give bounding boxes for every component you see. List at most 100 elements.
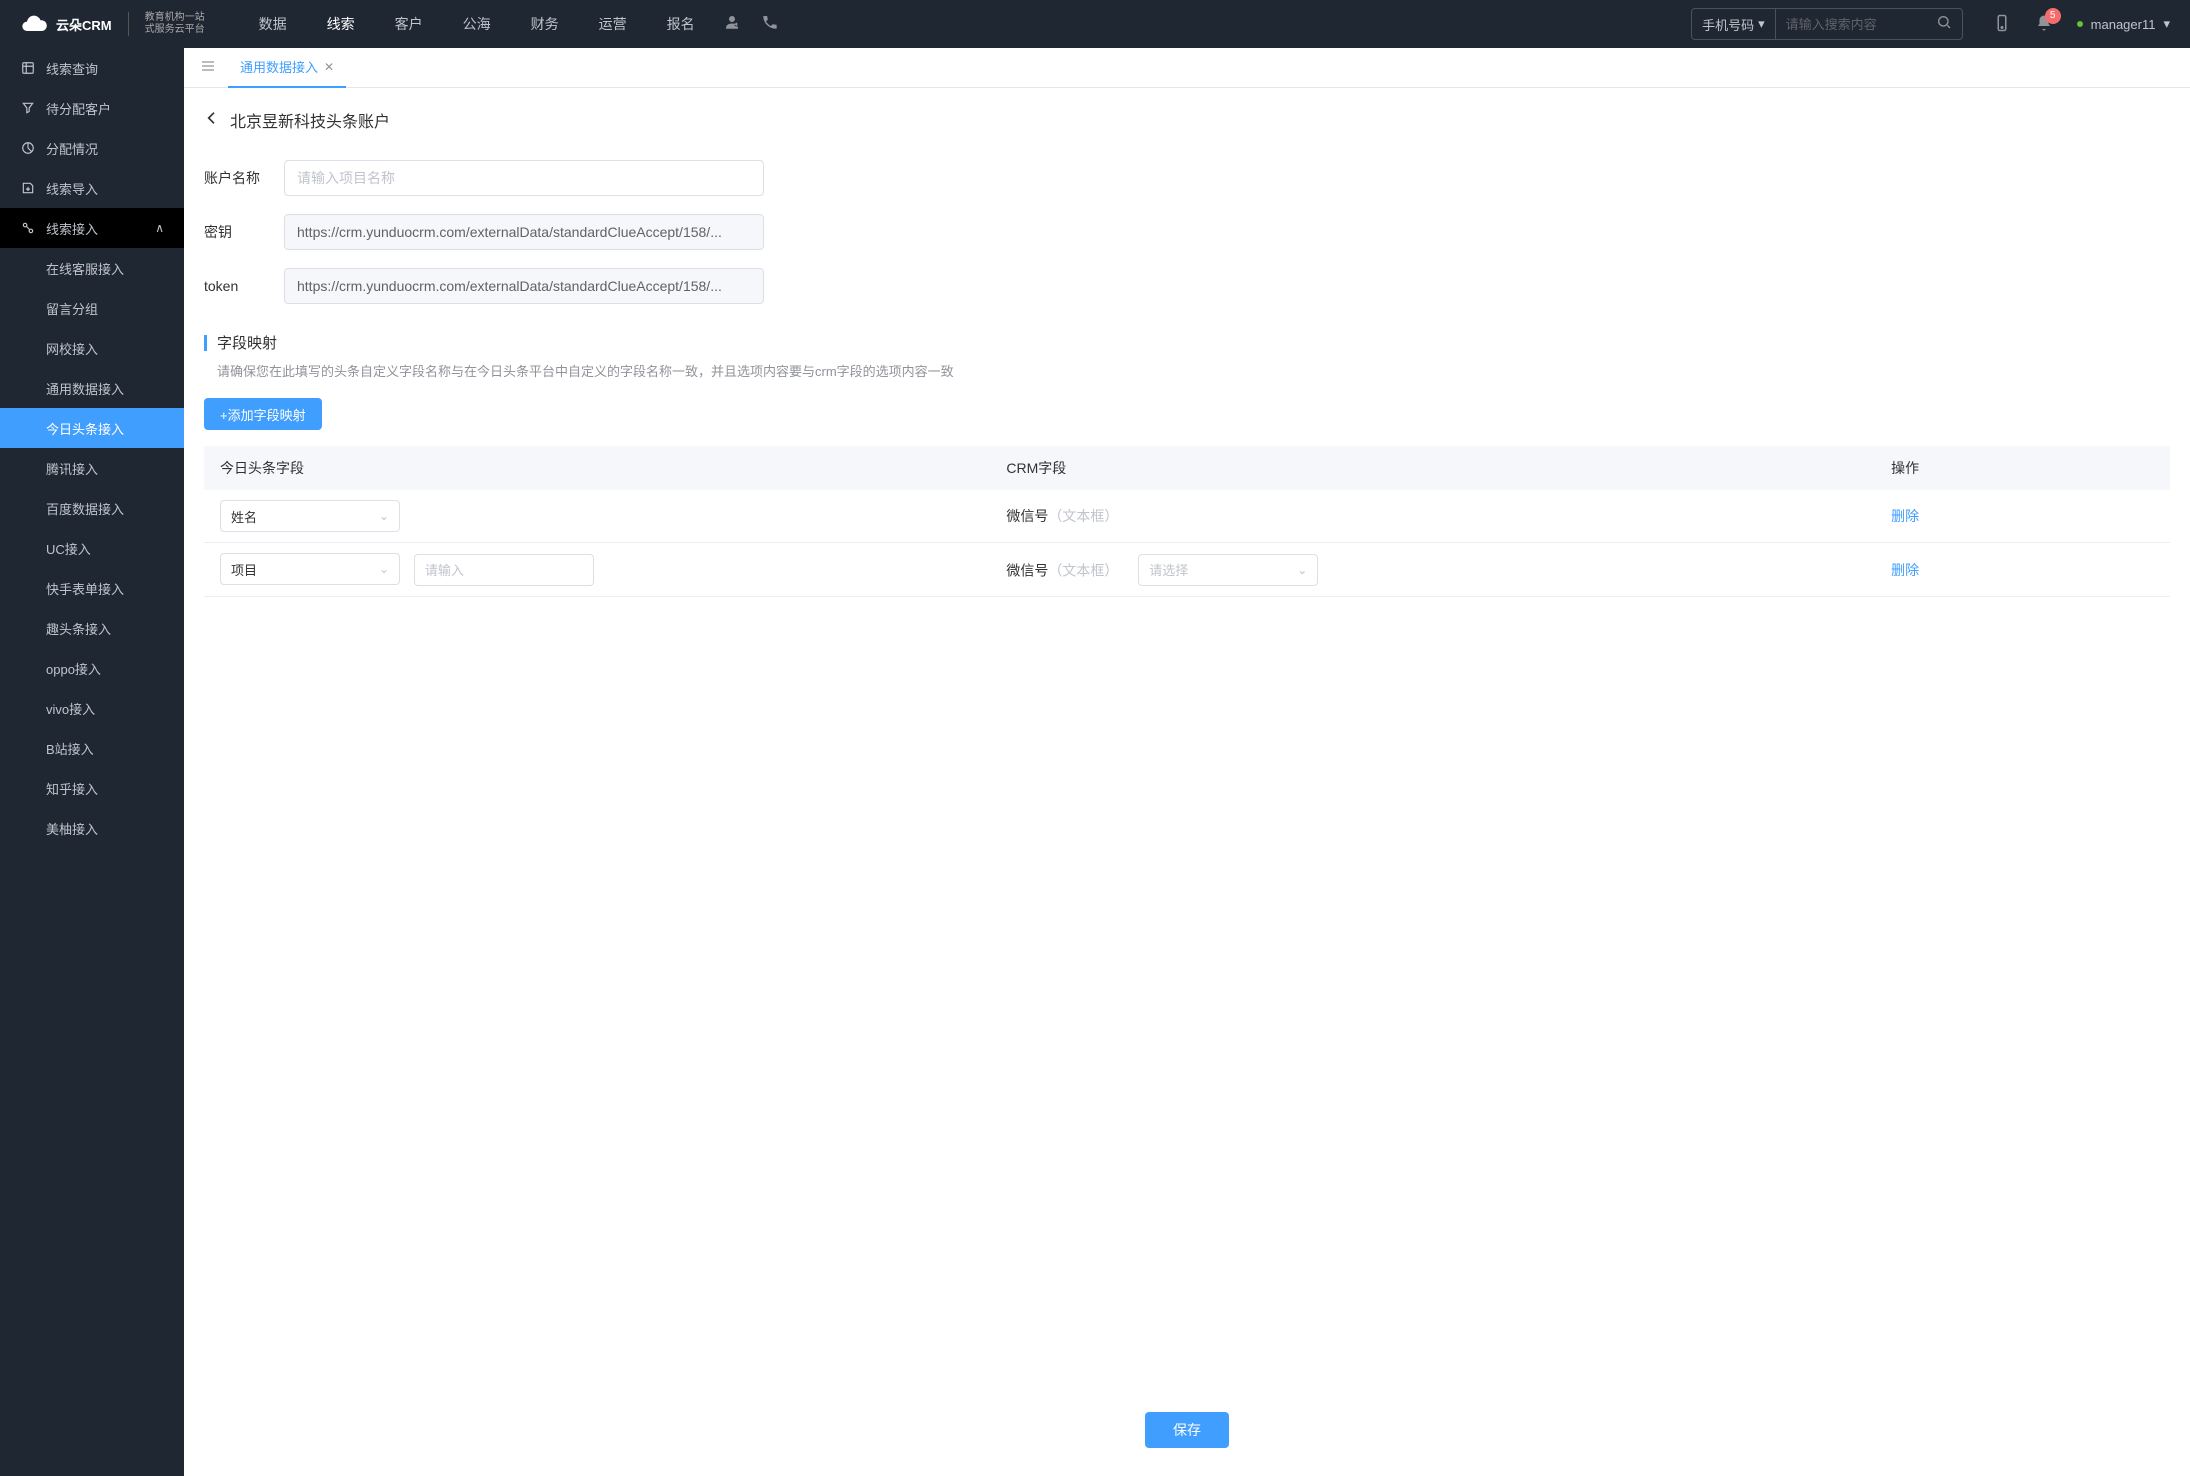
sidebar-sub-generic[interactable]: 通用数据接入 [0, 368, 184, 408]
mobile-icon [1993, 14, 2011, 32]
sidebar: 线索查询 待分配客户 分配情况 线索导入 线索接入 ∧ 在线客服接入 留言分组 … [0, 48, 184, 1476]
sidebar-sub-meiyou[interactable]: 美柚接入 [0, 808, 184, 848]
notification-badge: 5 [2045, 8, 2061, 24]
chevron-down-icon: ⌄ [1297, 563, 1307, 577]
sidebar-item-import[interactable]: 线索导入 [0, 168, 184, 208]
logo-subtitle: 教育机构一站 式服务云平台 [145, 12, 205, 36]
back-button[interactable] [204, 110, 220, 131]
source-field-select[interactable]: 姓名 ⌄ [220, 500, 400, 532]
add-mapping-button[interactable]: +添加字段映射 [204, 398, 322, 430]
col-source: 今日头条字段 [204, 446, 990, 490]
sidebar-sub-baidu[interactable]: 百度数据接入 [0, 488, 184, 528]
list-icon [20, 60, 36, 76]
chevron-down-icon: ▾ [1758, 16, 1765, 32]
sidebar-sub-message[interactable]: 留言分组 [0, 288, 184, 328]
sidebar-sub-bilibili[interactable]: B站接入 [0, 728, 184, 768]
crm-field-hint: （文本框） [1048, 508, 1118, 524]
secret-input[interactable] [284, 214, 764, 250]
phone-icon[interactable] [761, 13, 779, 36]
nav-item-finance[interactable]: 财务 [527, 14, 563, 34]
chevron-down-icon: ⌄ [379, 509, 389, 523]
source-field-select[interactable]: 项目 ⌄ [220, 553, 400, 585]
nav-item-customers[interactable]: 客户 [391, 14, 427, 34]
sidebar-sub-toutiao[interactable]: 今日头条接入 [0, 408, 184, 448]
nav-item-signup[interactable]: 报名 [663, 14, 699, 34]
nav-item-data[interactable]: 数据 [255, 14, 291, 34]
crm-field-text: 微信号 [1006, 508, 1048, 524]
sidebar-item-pending[interactable]: 待分配客户 [0, 88, 184, 128]
pie-icon [20, 140, 36, 156]
sidebar-sub-oppo[interactable]: oppo接入 [0, 648, 184, 688]
footer: 保存 [204, 1396, 2170, 1456]
col-crm: CRM字段 [990, 446, 1875, 490]
mapping-section-desc: 请确保您在此填写的头条自定义字段名称与在今日头条平台中自定义的字段名称一致，并且… [204, 361, 2170, 380]
sidebar-item-access[interactable]: 线索接入 ∧ [0, 208, 184, 248]
page-title: 北京昱新科技头条账户 [230, 108, 390, 132]
username: manager11 [2091, 17, 2156, 32]
mapping-table: 今日头条字段 CRM字段 操作 姓名 ⌄ [204, 446, 2170, 597]
nav-item-leads[interactable]: 线索 [323, 14, 359, 34]
mobile-icon-button[interactable] [1993, 14, 2011, 35]
token-label: token [204, 278, 284, 294]
table-row: 姓名 ⌄ 微信号（文本框） 删除 [204, 490, 2170, 543]
sidebar-sub-zhihu[interactable]: 知乎接入 [0, 768, 184, 808]
account-name-input[interactable] [284, 160, 764, 196]
delete-row-button[interactable]: 删除 [1891, 508, 1919, 524]
main-area: 通用数据接入 ✕ 北京昱新科技头条账户 账户名称 密钥 token [184, 48, 2190, 1476]
sidebar-sub-tencent[interactable]: 腾讯接入 [0, 448, 184, 488]
nav-item-public[interactable]: 公海 [459, 14, 495, 34]
account-name-label: 账户名称 [204, 168, 284, 188]
logo-text: 云朵CRM [56, 15, 112, 34]
chevron-up-icon: ∧ [155, 221, 164, 235]
secret-label: 密钥 [204, 222, 284, 242]
crm-field-text: 微信号 [1006, 562, 1048, 578]
sidebar-sub-school[interactable]: 网校接入 [0, 328, 184, 368]
sidebar-sub-kuaishou[interactable]: 快手表单接入 [0, 568, 184, 608]
content: 北京昱新科技头条账户 账户名称 密钥 token 字段映射 请确保您在此填写的头… [184, 88, 2190, 1476]
nav-icon-group [723, 13, 779, 36]
logo[interactable]: 云朵CRM 教育机构一站 式服务云平台 [20, 10, 205, 38]
sidebar-sub-uc[interactable]: UC接入 [0, 528, 184, 568]
search-group: 手机号码 ▾ [1691, 8, 1963, 40]
close-icon[interactable]: ✕ [324, 60, 334, 74]
source-field-input[interactable] [414, 554, 594, 586]
crm-field-select[interactable]: 请选择 ⌄ [1138, 554, 1318, 586]
sidebar-sub-qutoutiao[interactable]: 趣头条接入 [0, 608, 184, 648]
search-type-select[interactable]: 手机号码 ▾ [1692, 9, 1776, 39]
delete-row-button[interactable]: 删除 [1891, 562, 1919, 578]
page-header: 北京昱新科技头条账户 [204, 108, 2170, 132]
cloud-logo-icon [20, 10, 48, 38]
status-dot [2077, 21, 2083, 27]
sidebar-item-lead-query[interactable]: 线索查询 [0, 48, 184, 88]
chevron-down-icon: ▾ [2163, 16, 2170, 32]
filter-icon [20, 100, 36, 116]
chevron-left-icon [204, 110, 220, 126]
search-input[interactable] [1776, 17, 1926, 32]
save-button[interactable]: 保存 [1145, 1412, 1229, 1448]
table-row: 项目 ⌄ 微信号（文本框） 请选择 ⌄ 删除 [204, 543, 2170, 597]
user-menu[interactable]: manager11 ▾ [2077, 16, 2170, 32]
nav-item-ops[interactable]: 运营 [595, 14, 631, 34]
notification-button[interactable]: 5 [2035, 14, 2053, 35]
menu-icon [200, 58, 216, 74]
section-bar [204, 335, 207, 351]
mapping-section-title: 字段映射 [217, 332, 277, 353]
crm-field-hint: （文本框） [1048, 562, 1118, 578]
sidebar-item-distribution[interactable]: 分配情况 [0, 128, 184, 168]
tab-generic-access[interactable]: 通用数据接入 ✕ [228, 48, 346, 88]
chevron-down-icon: ⌄ [379, 562, 389, 576]
top-nav: 数据 线索 客户 公海 财务 运营 报名 [255, 14, 699, 34]
top-header: 云朵CRM 教育机构一站 式服务云平台 数据 线索 客户 公海 财务 运营 报名… [0, 0, 2190, 48]
search-icon [1936, 14, 1952, 30]
tabs-bar: 通用数据接入 ✕ [184, 48, 2190, 88]
header-right: 5 manager11 ▾ [1993, 14, 2170, 35]
search-button[interactable] [1926, 14, 1962, 35]
token-input[interactable] [284, 268, 764, 304]
sidebar-sub-vivo[interactable]: vivo接入 [0, 688, 184, 728]
import-icon [20, 180, 36, 196]
user-add-icon[interactable] [723, 13, 741, 36]
sidebar-sub-online[interactable]: 在线客服接入 [0, 248, 184, 288]
plug-icon [20, 220, 36, 236]
collapse-sidebar-button[interactable] [196, 54, 220, 81]
col-ops: 操作 [1875, 446, 2170, 490]
